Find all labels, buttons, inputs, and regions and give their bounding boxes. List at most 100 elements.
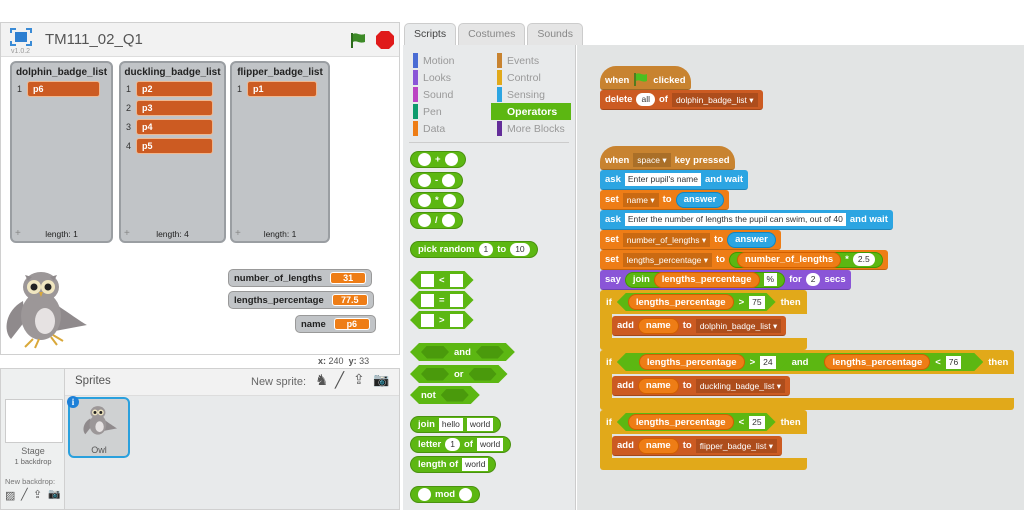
reporter-block[interactable]: join lengths_percentage% bbox=[624, 271, 786, 288]
text-input[interactable]: hello bbox=[438, 418, 463, 431]
text-input[interactable]: 24 bbox=[760, 356, 775, 369]
tab-sounds[interactable]: Sounds bbox=[527, 23, 583, 45]
palette-boolean-block[interactable]: < bbox=[410, 271, 474, 289]
reporter-block[interactable]: lengths_percentage bbox=[653, 271, 760, 288]
list-item-value[interactable]: p1 bbox=[247, 81, 317, 97]
list-item-value[interactable]: p3 bbox=[136, 100, 213, 116]
command-block[interactable]: say join lengths_percentage% for 2 secs bbox=[600, 270, 851, 290]
category-sound[interactable]: Sound bbox=[407, 86, 491, 103]
text-input[interactable]: 75 bbox=[749, 296, 764, 309]
palette-reporter-block[interactable]: / bbox=[410, 212, 463, 229]
command-block[interactable]: add name to flipper_badge_list bbox=[612, 436, 782, 456]
palette-reporter-block[interactable]: letter 1 of world bbox=[410, 436, 512, 453]
empty-number-slot[interactable] bbox=[418, 194, 431, 207]
list-item-value[interactable]: p5 bbox=[136, 138, 213, 154]
empty-boolean-slot[interactable] bbox=[421, 346, 449, 359]
command-block[interactable]: ask Enter pupil's name and wait bbox=[600, 170, 749, 190]
reporter-block[interactable]: number_of_lengths * 2.5 bbox=[729, 251, 883, 268]
command-block[interactable]: setnumber_of_lengthsto answer bbox=[600, 230, 781, 250]
hat-block[interactable]: when clicked bbox=[600, 66, 691, 90]
if-block[interactable]: if lengths_percentage <25 then add name to flip… bbox=[600, 410, 807, 470]
fullscreen-icon[interactable] bbox=[10, 28, 32, 46]
owl-sprite[interactable] bbox=[3, 261, 89, 349]
empty-number-slot[interactable] bbox=[418, 153, 431, 166]
text-input[interactable] bbox=[450, 274, 463, 287]
boolean-block[interactable]: lengths_percentage >24 and lengths_percenta… bbox=[617, 353, 983, 371]
reporter-block[interactable]: lengths_percentage bbox=[628, 414, 734, 430]
empty-boolean-slot[interactable] bbox=[476, 346, 504, 359]
hat-block[interactable]: whenspacekey pressed bbox=[600, 146, 735, 170]
list-item-value[interactable]: p2 bbox=[136, 81, 213, 97]
upload-sprite-icon[interactable]: ⇪ bbox=[353, 371, 365, 388]
stop-icon[interactable] bbox=[375, 30, 395, 50]
text-input[interactable]: Enter pupil's name bbox=[624, 173, 701, 186]
command-block[interactable]: add name to duckling_badge_list bbox=[612, 376, 790, 396]
command-block[interactable]: delete all of dolphin_badge_list bbox=[600, 90, 763, 110]
dropdown[interactable]: lengths_percentage bbox=[622, 252, 713, 267]
empty-number-slot[interactable] bbox=[459, 488, 473, 501]
reporter-block[interactable]: answer bbox=[675, 191, 725, 208]
upload-backdrop-icon[interactable]: ⇪ bbox=[33, 488, 42, 501]
dropdown[interactable]: name bbox=[622, 192, 659, 207]
empty-boolean-slot[interactable] bbox=[469, 368, 497, 381]
boolean-block[interactable]: lengths_percentage <76 bbox=[813, 353, 972, 371]
category-control[interactable]: Control bbox=[491, 69, 571, 86]
empty-number-slot[interactable] bbox=[418, 488, 431, 501]
boolean-block[interactable]: lengths_percentage >75 bbox=[617, 293, 776, 311]
empty-boolean-slot[interactable] bbox=[441, 389, 469, 402]
text-input[interactable]: world bbox=[466, 418, 494, 431]
category-sensing[interactable]: Sensing bbox=[491, 86, 571, 103]
empty-number-slot[interactable] bbox=[444, 153, 458, 166]
category-data[interactable]: Data bbox=[407, 120, 491, 137]
reporter-block[interactable]: name bbox=[637, 437, 679, 454]
paint-backdrop-icon[interactable]: ╱ bbox=[21, 488, 28, 501]
reporter-block[interactable]: lengths_percentage bbox=[639, 354, 745, 370]
reporter-block[interactable]: lengths_percentage bbox=[628, 294, 734, 310]
palette-boolean-block[interactable]: = bbox=[410, 291, 474, 309]
palette-boolean-block[interactable]: or bbox=[410, 365, 508, 383]
empty-number-slot[interactable] bbox=[418, 174, 431, 187]
palette-reporter-block[interactable]: pick random 1 to 10 bbox=[410, 241, 538, 258]
text-input[interactable] bbox=[421, 294, 434, 307]
backdrop-library-icon[interactable]: ▨ bbox=[5, 489, 15, 502]
list-item-value[interactable]: p6 bbox=[27, 81, 100, 97]
category-operators[interactable]: Operators bbox=[491, 103, 571, 120]
info-icon[interactable]: i bbox=[67, 396, 79, 408]
number-input[interactable]: 1 bbox=[478, 243, 494, 256]
reporter-block[interactable]: lengths_percentage bbox=[824, 354, 930, 370]
category-events[interactable]: Events bbox=[491, 52, 571, 69]
green-flag-icon[interactable] bbox=[349, 31, 367, 49]
stage-thumbnail[interactable] bbox=[5, 399, 63, 443]
reporter-block[interactable]: answer bbox=[727, 231, 776, 248]
if-block[interactable]: if lengths_percentage >75 then add name to dolp… bbox=[600, 290, 807, 350]
text-input[interactable] bbox=[450, 314, 463, 327]
boolean-block[interactable]: lengths_percentage <25 bbox=[617, 413, 776, 431]
category-looks[interactable]: Looks bbox=[407, 69, 491, 86]
empty-number-slot[interactable] bbox=[418, 214, 431, 227]
palette-boolean-block[interactable]: > bbox=[410, 311, 474, 329]
number-input[interactable]: 2 bbox=[805, 273, 821, 286]
text-input[interactable] bbox=[450, 294, 463, 307]
command-block[interactable]: setnameto answer bbox=[600, 190, 730, 210]
command-block[interactable]: ask Enter the number of lengths the pupil… bbox=[600, 210, 893, 230]
camera-backdrop-icon[interactable]: 📷 bbox=[48, 489, 60, 500]
tab-scripts[interactable]: Scripts bbox=[404, 23, 457, 45]
category-more-blocks[interactable]: More Blocks bbox=[491, 120, 571, 137]
palette-reporter-block[interactable]: join hello world bbox=[410, 416, 502, 433]
text-input[interactable]: % bbox=[763, 273, 778, 286]
text-input[interactable]: 25 bbox=[749, 416, 764, 429]
palette-reporter-block[interactable]: - bbox=[410, 172, 464, 189]
dropdown[interactable]: flipper_badge_list bbox=[695, 438, 777, 453]
empty-number-slot[interactable] bbox=[441, 214, 455, 227]
sprite-library-icon[interactable]: ♞ bbox=[315, 371, 328, 389]
dropdown[interactable]: space bbox=[633, 153, 671, 167]
camera-sprite-icon[interactable]: 📷 bbox=[373, 372, 389, 388]
dropdown[interactable]: dolphin_badge_list bbox=[695, 318, 782, 333]
tab-costumes[interactable]: Costumes bbox=[458, 23, 526, 45]
reporter-block[interactable]: name bbox=[637, 317, 679, 334]
text-input[interactable] bbox=[421, 314, 434, 327]
category-motion[interactable]: Motion bbox=[407, 52, 491, 69]
paint-sprite-icon[interactable]: ╱ bbox=[335, 371, 344, 389]
text-input[interactable] bbox=[421, 274, 434, 287]
number-input[interactable]: 1 bbox=[445, 438, 460, 451]
